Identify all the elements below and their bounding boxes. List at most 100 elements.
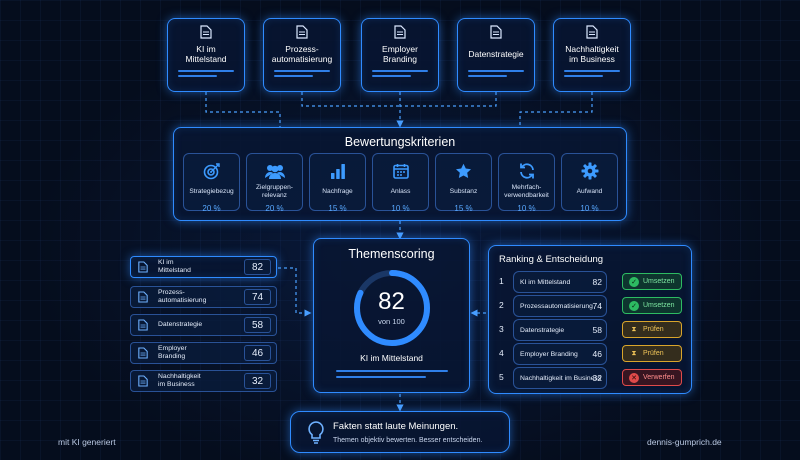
criterion-mehrfachverwendbarkeit[interactable]: Mehrfach- verwendbarkeit 10 % bbox=[498, 153, 555, 213]
decision-badge-verwerfen[interactable]: ✕ Verwerfen bbox=[622, 369, 682, 386]
ranking-topic-box: KI im Mittelstand 82 bbox=[513, 271, 607, 293]
criterion-weight: 10 % bbox=[580, 204, 599, 213]
decision-label: Prüfen bbox=[643, 350, 664, 357]
score-list-item[interactable]: Prozess- automatisierung 74 bbox=[130, 286, 277, 308]
topic-card[interactable]: Employer Branding bbox=[361, 18, 439, 92]
score-list-item[interactable]: Nachhaltigkeit im Business 32 bbox=[130, 370, 277, 392]
criteria-title: Bewertungskriterien bbox=[344, 135, 456, 149]
score-list-label: KI im Mittelstand bbox=[158, 259, 191, 274]
document-icon bbox=[138, 347, 148, 359]
ranking-topic-box: Prozessautomatisierung 74 bbox=[513, 295, 607, 317]
score-list-value: 74 bbox=[244, 289, 271, 305]
criterion-aufwand[interactable]: Aufwand 10 % bbox=[561, 153, 618, 213]
criterion-anlass[interactable]: Anlass 10 % bbox=[372, 153, 429, 213]
footer-ai-note: mit KI generiert bbox=[58, 437, 116, 447]
criterion-label: Mehrfach- verwendbarkeit bbox=[504, 183, 549, 199]
ranking-row[interactable]: 4 Employer Branding 46 ⧗ Prüfen bbox=[489, 343, 691, 367]
decision-label: Prüfen bbox=[643, 326, 664, 333]
decision-label: Umsetzen bbox=[643, 302, 675, 309]
document-icon bbox=[586, 25, 598, 39]
topic-card-bars bbox=[274, 70, 330, 77]
criterion-substanz[interactable]: Substanz 15 % bbox=[435, 153, 492, 213]
refresh-icon bbox=[519, 163, 534, 179]
score-list-label: Employer Branding bbox=[158, 345, 187, 360]
criterion-strategiebezug[interactable]: Strategiebezug 20 % bbox=[183, 153, 240, 213]
scoring-panel: Themenscoring 82 von 100 KI im Mittelsta… bbox=[313, 238, 470, 393]
score-list-label: Prozess- automatisierung bbox=[158, 289, 207, 304]
decision-badge-pruefen[interactable]: ⧗ Prüfen bbox=[622, 321, 682, 338]
score-list-label: Nachhaltigkeit im Business bbox=[158, 373, 201, 388]
scoring-detail-lines bbox=[336, 370, 448, 378]
document-icon bbox=[138, 375, 148, 387]
criterion-label: Anlass bbox=[390, 187, 411, 195]
document-icon bbox=[296, 25, 308, 39]
score-list-value: 32 bbox=[244, 373, 271, 389]
criterion-label: Zielgruppen- relevanz bbox=[255, 183, 294, 199]
check-icon: ✓ bbox=[629, 300, 639, 311]
ranking-title: Ranking & Entscheidung bbox=[499, 254, 604, 265]
criterion-label: Strategiebezug bbox=[189, 187, 234, 195]
check-icon: ✓ bbox=[629, 276, 639, 287]
ranking-score: 32 bbox=[592, 373, 602, 383]
ranking-rank: 4 bbox=[499, 348, 504, 358]
score-list-item[interactable]: Employer Branding 46 bbox=[130, 342, 277, 364]
ranking-rank: 1 bbox=[499, 276, 504, 286]
decision-badge-umsetzen[interactable]: ✓ Umsetzen bbox=[622, 273, 682, 290]
criterion-weight: 10 % bbox=[391, 204, 410, 213]
footer-website[interactable]: dennis-gumprich.de bbox=[647, 437, 722, 447]
document-icon bbox=[138, 291, 148, 303]
criterion-label: Substanz bbox=[449, 187, 478, 195]
criterion-label: Aufwand bbox=[576, 187, 603, 195]
ranking-row[interactable]: 3 Datenstrategie 58 ⧗ Prüfen bbox=[489, 319, 691, 343]
ranking-rank: 3 bbox=[499, 324, 504, 334]
score-list-value: 82 bbox=[244, 259, 271, 275]
ranking-topic: Prozessautomatisierung bbox=[520, 303, 593, 310]
target-icon bbox=[203, 163, 220, 180]
topic-card-bars bbox=[468, 70, 524, 77]
ranking-row[interactable]: 5 Nachhaltigkeit im Business 32 ✕ Verwerf… bbox=[489, 367, 691, 391]
topic-card-bars bbox=[372, 70, 428, 77]
scored-topic: KI im Mittelstand bbox=[360, 353, 423, 363]
ranking-rank: 2 bbox=[499, 300, 504, 310]
score-list-item[interactable]: KI im Mittelstand 82 bbox=[130, 256, 277, 278]
document-icon bbox=[490, 25, 502, 39]
ranking-panel: Ranking & Entscheidung 1 KI im Mittelsta… bbox=[488, 245, 692, 394]
criterion-weight: 20 % bbox=[265, 204, 284, 213]
ranking-score: 82 bbox=[592, 277, 602, 287]
ranking-score: 58 bbox=[592, 325, 602, 335]
topic-card-label: Prozess- automatisierung bbox=[271, 43, 333, 64]
topic-card-bars bbox=[564, 70, 620, 77]
score-list-item[interactable]: Datenstrategie 58 bbox=[130, 314, 277, 336]
criterion-nachfrage[interactable]: Nachfrage 15 % bbox=[309, 153, 366, 213]
topic-card[interactable]: Datenstrategie bbox=[457, 18, 535, 92]
score-list-label: Datenstrategie bbox=[158, 321, 203, 328]
score-list-value: 46 bbox=[244, 345, 271, 361]
decision-badge-pruefen[interactable]: ⧗ Prüfen bbox=[622, 345, 682, 362]
score-list-value: 58 bbox=[244, 317, 271, 333]
decision-label: Verwerfen bbox=[643, 374, 675, 381]
tagline-headline: Fakten statt laute Meinungen. bbox=[333, 421, 459, 432]
criterion-label: Nachfrage bbox=[322, 187, 353, 195]
criteria-panel: Bewertungskriterien Strategiebezug 20 % … bbox=[173, 127, 627, 221]
criterion-zielgruppenrelevanz[interactable]: Zielgruppen- relevanz 20 % bbox=[246, 153, 303, 213]
topic-card-label: Nachhaltigkeit im Business bbox=[565, 43, 619, 64]
ranking-topic: Employer Branding bbox=[520, 351, 578, 358]
topic-card-bars bbox=[178, 70, 234, 77]
close-icon: ✕ bbox=[629, 372, 639, 383]
ranking-score: 46 bbox=[592, 349, 602, 359]
topic-card-label: Datenstrategie bbox=[468, 48, 524, 59]
topic-card[interactable]: KI im Mittelstand bbox=[167, 18, 245, 92]
score-value: 82 bbox=[378, 288, 405, 315]
lightbulb-icon bbox=[308, 421, 324, 444]
decision-badge-umsetzen[interactable]: ✓ Umsetzen bbox=[622, 297, 682, 314]
ranking-score: 74 bbox=[592, 301, 602, 311]
ranking-row[interactable]: 2 Prozessautomatisierung 74 ✓ Umsetzen bbox=[489, 295, 691, 319]
tagline-box: Fakten statt laute Meinungen. Themen obj… bbox=[290, 411, 510, 453]
users-icon bbox=[264, 165, 285, 179]
ranking-row[interactable]: 1 KI im Mittelstand 82 ✓ Umsetzen bbox=[489, 271, 691, 295]
criterion-weight: 15 % bbox=[328, 204, 347, 213]
tagline-subtext: Themen objektiv bewerten. Besser entsche… bbox=[333, 437, 483, 444]
topic-card[interactable]: Nachhaltigkeit im Business bbox=[553, 18, 631, 92]
topic-card[interactable]: Prozess- automatisierung bbox=[263, 18, 341, 92]
criterion-weight: 15 % bbox=[454, 204, 473, 213]
